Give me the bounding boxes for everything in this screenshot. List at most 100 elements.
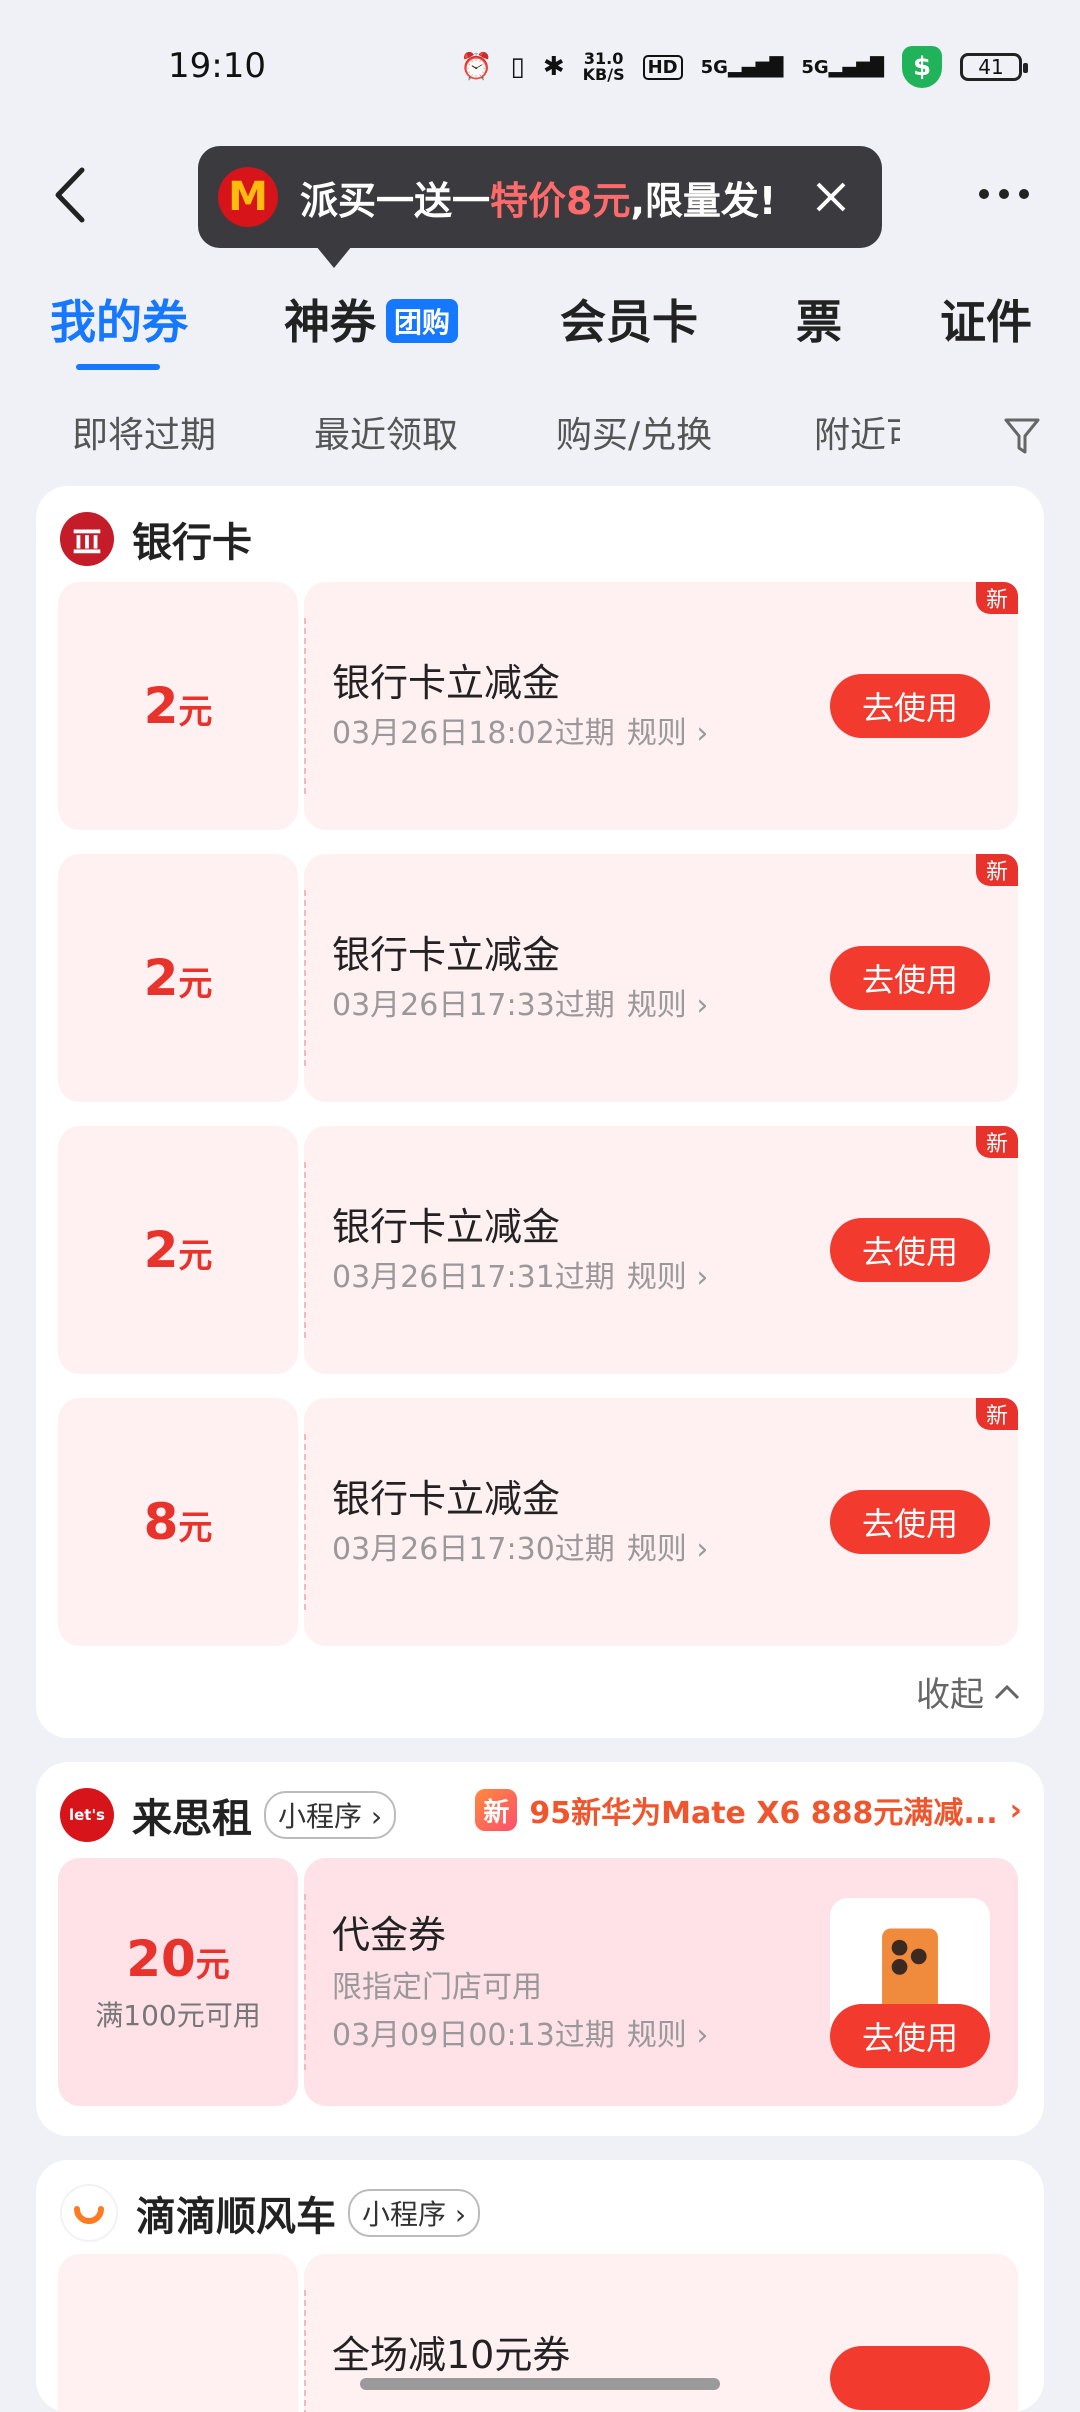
- status-icons: ⏰ ▯ ✱ 31.0 KB/S HD 5G▂▄▆█ 5G▂▄▆█ $ 41: [460, 46, 1028, 88]
- filter-bar: 即将过期 最近领取 购买/兑换 附近可: [0, 406, 1080, 466]
- coupon-item: 2元 银行卡立减金 03月26日17:31过期 规则 › 去使用 新: [58, 1126, 1018, 1374]
- filter-purchase[interactable]: 购买/兑换: [556, 406, 712, 458]
- hd-icon: HD: [642, 54, 683, 80]
- rule-link[interactable]: 规则 ›: [627, 2018, 709, 2053]
- use-button[interactable]: 去使用: [830, 2004, 990, 2068]
- filter-nearby[interactable]: 附近可: [814, 406, 900, 458]
- use-button[interactable]: 去使用: [830, 1218, 990, 1282]
- filter-expiring[interactable]: 即将过期: [72, 406, 216, 458]
- status-bar: 19:10 ⏰ ▯ ✱ 31.0 KB/S HD 5G▂▄▆█ 5G▂▄▆█ $…: [0, 0, 1080, 130]
- chevron-up-icon: [994, 1684, 1020, 1699]
- rule-link[interactable]: 规则 ›: [627, 716, 709, 751]
- coupon-detail: 代金券 限指定门店可用 03月09日00:13过期 规则 › 去使用: [304, 1858, 1018, 2106]
- use-button[interactable]: 去使用: [830, 674, 990, 738]
- use-button[interactable]: [830, 2346, 990, 2410]
- tab-bar: 我的券 神券 团购 会员卡 票 证件: [0, 286, 1080, 366]
- coupon-desc: 限指定门店可用: [332, 1970, 542, 2005]
- network-speed: 31.0 KB/S: [582, 49, 625, 84]
- use-button[interactable]: 去使用: [830, 946, 990, 1010]
- coupon-detail: 银行卡立减金 03月26日17:30过期 规则 › 去使用 新: [304, 1398, 1018, 1646]
- coupon-condition: 满100元可用: [95, 1999, 261, 2032]
- new-badge: 新: [976, 1398, 1018, 1430]
- tab-member-card[interactable]: 会员卡: [560, 286, 698, 352]
- section-header: 银行卡: [60, 508, 252, 570]
- tab-my-coupons[interactable]: 我的券: [50, 286, 188, 352]
- coupon-item: 20元 满100元可用 代金券 限指定门店可用 03月09日00:13过期 规则 …: [58, 1858, 1018, 2106]
- chevron-right-icon: ›: [1009, 1792, 1022, 1828]
- coupon-item: 2元 银行卡立减金 03月26日17:33过期 规则 › 去使用 新: [58, 854, 1018, 1102]
- coupon-title: 全场减10元券: [332, 2333, 571, 2377]
- alarm-icon: ⏰: [460, 52, 493, 82]
- more-dots-icon: [979, 189, 1029, 199]
- coupon-amount-box: 2元: [58, 582, 298, 830]
- mcdonalds-logo: M: [218, 167, 278, 227]
- tab-documents[interactable]: 证件: [940, 286, 1032, 352]
- tuangou-badge: 团购: [386, 299, 459, 343]
- coupon-detail: 银行卡立减金 03月26日18:02过期 规则 › 去使用 新: [304, 582, 1018, 830]
- new-badge: 新: [976, 582, 1018, 614]
- coupon-amount-box: 10: [58, 2254, 298, 2412]
- laisizu-section: let's 来思租 小程序 › 新 95新华为Mate X6 888元满减...…: [36, 1762, 1044, 2136]
- vibrate-icon: ▯: [510, 52, 525, 82]
- promo-tooltip[interactable]: M 派买一送一特价8元,限量发!: [198, 146, 882, 268]
- coupon-expiry: 03月26日17:31过期 规则 ›: [332, 1260, 709, 1295]
- new-badge: 新: [976, 854, 1018, 886]
- coupon-title: 银行卡立减金: [332, 1205, 561, 1249]
- coupon-item: 8元 银行卡立减金 03月26日17:30过期 规则 › 去使用 新: [58, 1398, 1018, 1646]
- didi-section: 滴滴顺风车 小程序 › 10 全场减10元券: [36, 2160, 1044, 2412]
- close-button[interactable]: [804, 170, 858, 224]
- coupon-amount-box: 2元: [58, 1126, 298, 1374]
- laisizu-logo: let's: [60, 1788, 114, 1842]
- coupon-amount-box: 2元: [58, 854, 298, 1102]
- section-title: 来思租: [132, 1796, 252, 1842]
- coupon-item: 2元 银行卡立减金 03月26日18:02过期 规则 › 去使用 新: [58, 582, 1018, 830]
- close-icon: [816, 182, 846, 212]
- rule-link[interactable]: 规则 ›: [627, 988, 709, 1023]
- coupon-expiry: 03月09日00:13过期 规则 ›: [332, 2018, 709, 2053]
- back-button[interactable]: [44, 160, 104, 230]
- section-title: 滴滴顺风车: [136, 2194, 336, 2240]
- signal-5g-icon: 5G▂▄▆█: [700, 56, 784, 78]
- coupon-amount: 2元: [143, 677, 213, 735]
- chevron-left-icon: [55, 167, 85, 223]
- mini-program-tag[interactable]: 小程序 ›: [264, 1791, 397, 1839]
- coupon-amount-box: 20元 满100元可用: [58, 1858, 298, 2106]
- rule-link[interactable]: 规则 ›: [627, 1532, 709, 1567]
- promo-text: 派买一送一特价8元,限量发!: [300, 178, 777, 223]
- funnel-icon: [1004, 418, 1040, 454]
- coupon-detail: 银行卡立减金 03月26日17:33过期 规则 › 去使用 新: [304, 854, 1018, 1102]
- new-badge: 新: [475, 1789, 518, 1831]
- coupon-amount-box: 8元: [58, 1398, 298, 1646]
- section-header: 滴滴顺风车 小程序 ›: [60, 2182, 481, 2244]
- coupon-title: 银行卡立减金: [332, 933, 561, 977]
- filter-button[interactable]: [1002, 414, 1042, 458]
- use-button[interactable]: 去使用: [830, 1490, 990, 1554]
- coupon-expiry: 03月26日17:30过期 规则 ›: [332, 1532, 709, 1567]
- coupon-amount: 8元: [143, 1493, 213, 1551]
- filter-recent[interactable]: 最近领取: [314, 406, 458, 458]
- coupon-title: 银行卡立减金: [332, 661, 561, 705]
- coupon-amount: 20元: [126, 1930, 230, 1988]
- product-promo-link[interactable]: 新 95新华为Mate X6 888元满减... ›: [475, 1788, 1022, 1832]
- coupon-expiry: 03月26日18:02过期 规则 ›: [332, 716, 709, 751]
- mini-program-tag[interactable]: 小程序 ›: [348, 2189, 481, 2237]
- battery-icon: 41: [960, 53, 1028, 81]
- active-tab-indicator: [76, 364, 160, 370]
- coupon-expiry: 03月26日17:33过期 规则 ›: [332, 988, 709, 1023]
- bank-icon: [60, 512, 114, 566]
- new-badge: 新: [976, 1126, 1018, 1158]
- coupon-title: 代金券: [332, 1913, 447, 1957]
- status-time: 19:10: [168, 46, 266, 86]
- rule-link[interactable]: 规则 ›: [627, 1260, 709, 1295]
- signal-5g-icon-2: 5G▂▄▆█: [801, 56, 884, 78]
- coupon-detail: 银行卡立减金 03月26日17:31过期 规则 › 去使用 新: [304, 1126, 1018, 1374]
- tab-shen-coupons[interactable]: 神券 团购: [284, 286, 459, 352]
- coupon-amount: 2元: [143, 949, 213, 1007]
- collapse-button[interactable]: 收起: [916, 1667, 1022, 1716]
- didi-logo: [60, 2184, 118, 2242]
- bank-card-section: 银行卡 2元 银行卡立减金 03月26日18:02过期 规则 › 去使用 新 2元…: [36, 486, 1044, 1738]
- more-button[interactable]: [974, 174, 1034, 214]
- home-indicator[interactable]: [360, 2378, 720, 2390]
- section-header: let's 来思租 小程序 ›: [60, 1784, 397, 1846]
- tab-tickets[interactable]: 票: [796, 286, 842, 352]
